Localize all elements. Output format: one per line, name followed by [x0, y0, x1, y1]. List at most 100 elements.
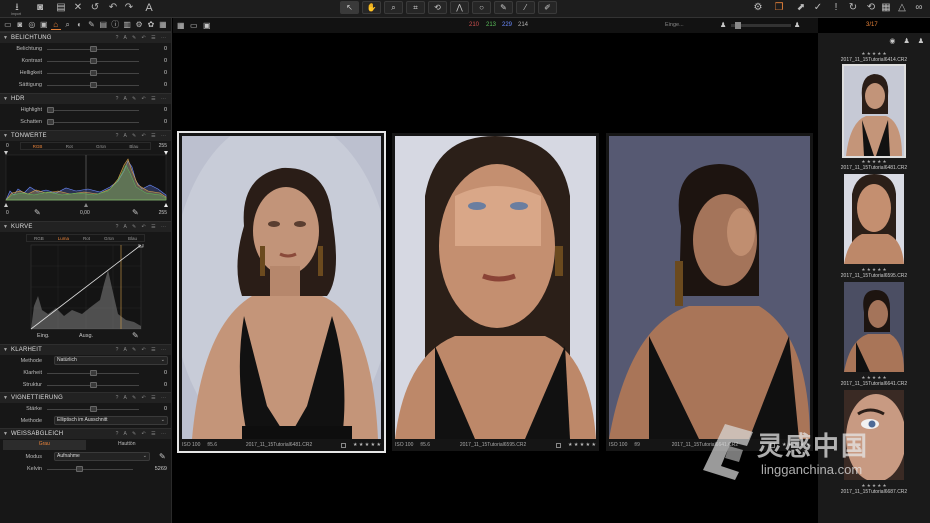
highlight-track[interactable] [47, 110, 139, 111]
brightness-value[interactable]: 0 [164, 70, 167, 76]
shadow-track[interactable] [47, 122, 139, 123]
highlight-value[interactable]: 0 [164, 107, 167, 113]
undo-icon[interactable]: ↺ [90, 2, 100, 14]
levels-channel-green[interactable]: Grün [96, 143, 106, 149]
frame-2-rating[interactable]: ★ ★ ★ ★ ★ [568, 442, 596, 448]
levels-channel-blue[interactable]: Blau [129, 143, 138, 149]
curve-channel-green[interactable]: Grün [104, 235, 114, 241]
saturation-slider[interactable] [90, 82, 97, 88]
kelvin-value[interactable]: 5269 [155, 466, 167, 472]
viewer-frame-2[interactable]: ISO 100 f/5.6 2017_11_15Tutorial6595.CR2… [392, 133, 599, 451]
delete-icon[interactable]: ✕ [73, 2, 83, 14]
text-icon[interactable]: A [143, 2, 155, 14]
exposure-value[interactable]: 0 [164, 46, 167, 52]
crop-tool-button[interactable]: ⌗ [406, 1, 425, 14]
white-balance-tab-gray[interactable]: Grau [3, 440, 86, 450]
multi-view-icon[interactable]: ▭ [190, 21, 198, 30]
library-tab-icon[interactable]: ▭ [3, 20, 13, 30]
shadow-slider[interactable] [47, 119, 54, 125]
section-controls-icon[interactable]: ? A ✎ ↶ ☰ ⋯ [116, 347, 168, 353]
compare-view-icon[interactable]: ▣ [203, 21, 211, 30]
picker-tool-button[interactable]: ⁄ [516, 1, 535, 14]
structure-slider[interactable] [90, 382, 97, 388]
shadow-value[interactable]: 0 [164, 119, 167, 125]
pan-tool-button[interactable]: ✋ [362, 1, 381, 14]
highlight-slider[interactable] [47, 107, 54, 113]
folder-icon[interactable]: ▤ [55, 2, 67, 14]
curve-channel-rgb[interactable]: RGB [34, 235, 44, 241]
layers-icon[interactable]: ❐ [773, 2, 785, 14]
section-controls-icon[interactable]: ? A ✎ ↶ ☰ ⋯ [116, 395, 168, 401]
warning-icon[interactable]: ! [831, 2, 841, 14]
curve-channel-blue[interactable]: Blau [128, 235, 137, 241]
brush-tool-button[interactable]: ✎ [494, 1, 513, 14]
white-balance-mode-dropdown[interactable]: Aufnahme ⌄ [54, 452, 150, 461]
person-sort-icon[interactable]: ♟ [918, 37, 924, 47]
photo-2[interactable] [395, 136, 596, 439]
white-balance-tab-skin[interactable]: Hauttön [86, 440, 169, 450]
color-tab-icon[interactable]: ◐ [75, 20, 85, 30]
frame-1-select-checkbox[interactable] [341, 442, 347, 448]
clarity-method-dropdown[interactable]: Natürlich ⌄ [54, 356, 168, 365]
levels-output-max[interactable]: 255 [159, 210, 167, 216]
vignette-method-dropdown[interactable]: Elliptisch im Ausschnitt ⌄ [54, 416, 168, 425]
output-tab-icon[interactable]: ▥ [122, 20, 132, 30]
filmstrip-thumb-4[interactable] [844, 282, 904, 372]
vignette-section-header[interactable]: ▼ VIGNETTIERUNG ? A ✎ ↶ ☰ ⋯ [0, 392, 171, 403]
clarity-value[interactable]: 0 [164, 370, 167, 376]
eye-icon[interactable]: ◉ [889, 37, 895, 47]
redo-edit-icon[interactable]: ↻ [848, 2, 858, 14]
frame-2-select-checkbox[interactable] [556, 442, 562, 448]
exposure-slider[interactable] [90, 46, 97, 52]
frame-1-rating[interactable]: ★ ★ ★ ★ ★ [353, 442, 381, 448]
section-controls-icon[interactable]: ? A ✎ ↶ ☰ ⋯ [116, 224, 168, 230]
glasses-icon[interactable]: ∞ [910, 2, 928, 14]
levels-histogram[interactable] [0, 151, 172, 207]
levels-input-min[interactable]: 0 [6, 210, 9, 216]
metadata-tab-icon[interactable]: ⓘ [110, 20, 120, 30]
lens-tab-icon[interactable]: ◎ [27, 20, 37, 30]
check-icon[interactable]: ✓ [813, 2, 823, 14]
vignette-strength-value[interactable]: 0 [164, 406, 167, 412]
gear-icon[interactable]: ⚙ [752, 2, 764, 14]
person-filter-icon[interactable]: ♟ [903, 37, 909, 47]
filmstrip-thumb-3[interactable] [844, 174, 904, 264]
eyedropper-icon[interactable]: ✎ [34, 208, 41, 217]
styles-tab-icon[interactable]: ✿ [146, 20, 156, 30]
adjustments-tab-icon[interactable]: ▤ [98, 20, 108, 30]
redo-icon[interactable]: ↶ [108, 2, 118, 14]
filmstrip-thumb-2[interactable] [842, 64, 906, 158]
grid-icon[interactable]: ▦ [880, 2, 892, 14]
exposure-tab-icon[interactable]: ⌂ [50, 20, 61, 30]
rotate-tool-button[interactable]: ⟲ [428, 1, 447, 14]
kelvin-slider[interactable] [76, 466, 83, 472]
more-tab-icon[interactable]: ▦ [158, 20, 168, 30]
exposure-section-header[interactable]: ▼ BELICHTUNG ? A ✎ ↶ ☰ ⋯ [0, 32, 171, 43]
details-tab-icon[interactable]: ⌕ [63, 20, 73, 30]
zoom-slider-track[interactable] [731, 22, 791, 29]
circle-tool-button[interactable]: ○ [472, 1, 491, 14]
contrast-slider[interactable] [90, 58, 97, 64]
viewer-frame-3[interactable]: ISO 100 f/9 2017_11_15Tutorial6641.CR2 ★… [606, 133, 813, 451]
search-field[interactable]: Einge... [665, 22, 684, 28]
clarity-section-header[interactable]: ▼ KLARHEIT ? A ✎ ↶ ☰ ⋯ [0, 344, 171, 355]
curve-editor[interactable] [0, 242, 172, 330]
zoom-tool-button[interactable]: ⌕ [384, 1, 403, 14]
export-icon[interactable]: ⬈ [796, 2, 806, 14]
camera-icon[interactable]: ◙ [34, 2, 46, 14]
curve-eyedropper-icon[interactable]: ✎ [132, 331, 139, 340]
local-adjust-tab-icon[interactable]: ✎ [86, 20, 96, 30]
white-balance-section-header[interactable]: ▼ WEISSABGLEICH ? A ✎ ↶ ☰ ⋯ [0, 428, 171, 439]
section-controls-icon[interactable]: ? A ✎ ↶ ☰ ⋯ [116, 96, 168, 102]
single-view-icon[interactable]: ▦ [177, 21, 185, 30]
section-controls-icon[interactable]: ? A ✎ ↶ ☰ ⋯ [116, 431, 168, 437]
viewer-frame-1[interactable]: ISO 100 f/5.6 2017_11_15Tutorial6481.CR2… [177, 131, 386, 453]
capture-tab-icon[interactable]: ◙ [15, 20, 25, 30]
levels-section-header[interactable]: ▼ TONWERTE ? A ✎ ↶ ☰ ⋯ [0, 130, 171, 141]
keystone-tool-button[interactable]: ⋀ [450, 1, 469, 14]
person-icon[interactable]: ♟ [720, 21, 726, 29]
eyedropper-white-icon[interactable]: ✎ [132, 208, 139, 217]
brightness-slider[interactable] [90, 70, 97, 76]
levels-channel-rgb[interactable]: RGB [33, 143, 43, 149]
levels-midpoint[interactable]: 0,00 [80, 210, 90, 216]
